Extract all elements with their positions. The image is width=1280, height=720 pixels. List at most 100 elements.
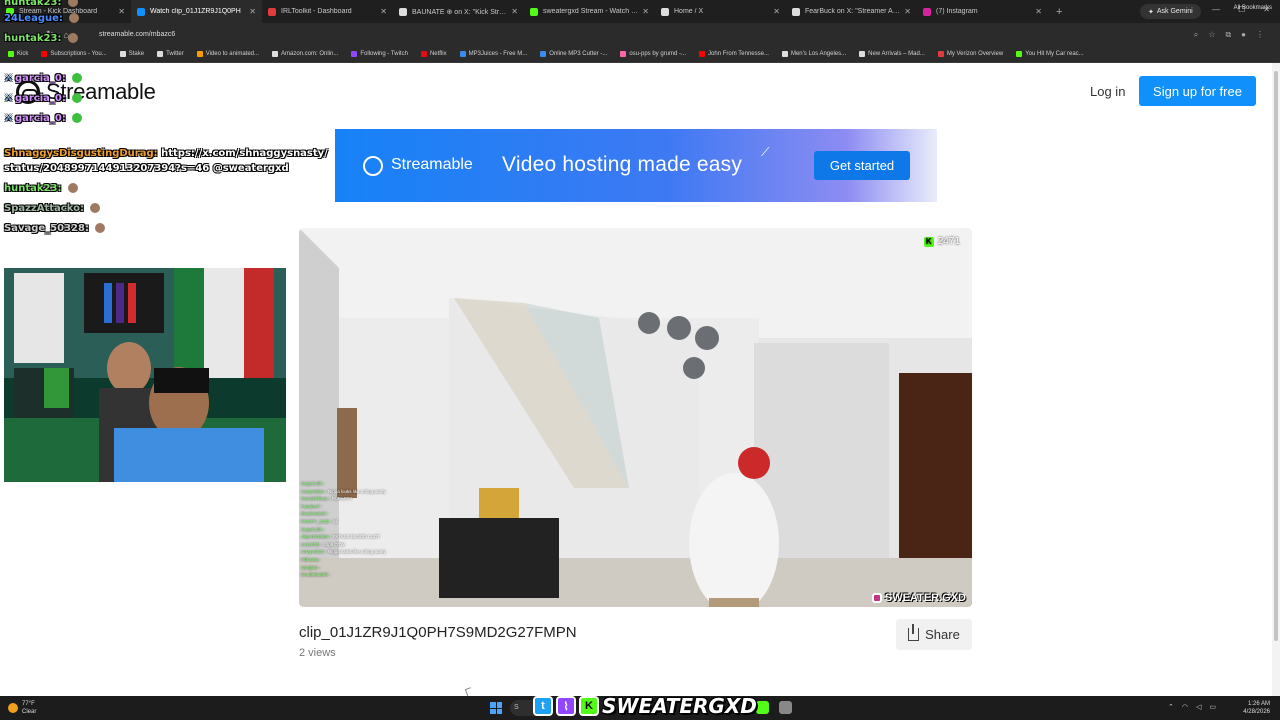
promo-banner[interactable]: Streamable Video hosting made easy ⟋ Get…: [335, 129, 937, 202]
bookmark-favicon-icon: [781, 51, 788, 57]
emote-icon: [67, 33, 78, 43]
video-chat-message: FUPARTY: [331, 496, 353, 502]
bookmark-item[interactable]: You Hit My Car reac...: [1016, 51, 1084, 57]
video-chat-line: SuppCuhh :: [301, 480, 431, 488]
bookmark-favicon-icon: [459, 51, 466, 57]
share-button[interactable]: Share: [896, 619, 972, 650]
video-chat-user: Fandom7 :: [301, 503, 323, 509]
extensions-icon[interactable]: ⧉: [1225, 30, 1231, 40]
zoom-icon[interactable]: ⌕: [1194, 30, 1198, 40]
video-player[interactable]: K 2471 SuppCuhh : crazymdum : Nigga look…: [299, 228, 972, 607]
battery-icon[interactable]: ▭: [1209, 703, 1216, 711]
kick-app-icon[interactable]: [756, 701, 769, 714]
overlay-chat-message: https://x.com/shnaggysnasty/: [161, 148, 328, 159]
bookmark-item[interactable]: Netflix: [420, 51, 447, 57]
bookmark-favicon-icon: [859, 51, 866, 57]
overlay-chat-line: ⚔ garcia_0:: [4, 93, 83, 104]
browser-tab[interactable]: (7) Instagram ✕: [917, 0, 1048, 23]
bookmark-label: New Arrivals – Mad...: [868, 51, 925, 57]
video-chat-user: crazymdum :: [301, 488, 327, 494]
minimize-icon[interactable]: —: [1212, 5, 1220, 14]
tab-favicon-icon: [268, 7, 276, 16]
bookmark-label: Kick: [17, 51, 29, 57]
video-chat-line: Hbkssea :: [301, 556, 431, 564]
banner-get-started-button[interactable]: Get started: [814, 151, 910, 180]
overlay-chat-line: huntak23:: [4, 33, 78, 44]
tab-close-icon[interactable]: ✕: [118, 7, 125, 16]
overlay-chat-line: 24League:: [4, 13, 80, 24]
new-tab-button[interactable]: +: [1056, 6, 1062, 18]
clip-title: clip_01J1ZR9J1Q0PH7S9MD2G27FMPN: [299, 624, 577, 641]
network-icon[interactable]: ◠: [1182, 703, 1188, 711]
tab-close-icon[interactable]: ✕: [1035, 7, 1042, 16]
view-count: 2471: [937, 236, 960, 247]
taskbar-clock[interactable]: 1:26 AM 4/28/2026: [1243, 700, 1270, 716]
banner-tagline: Video hosting made easy: [502, 153, 743, 176]
bookmark-star-icon[interactable]: ☆: [1208, 30, 1215, 40]
overlay-chat-line: SpazzAttacko:: [4, 203, 101, 214]
tab-title: (7) Instagram: [936, 8, 978, 15]
settings-app-icon[interactable]: [779, 701, 792, 714]
stream-branding: t ⌇ K SWEATERGXD: [533, 693, 757, 719]
profile-icon[interactable]: ●: [1241, 30, 1246, 40]
bookmark-item[interactable]: Twitter: [157, 51, 184, 57]
browser-tab-bar: Stream - Kick Dashboard ✕ Watch clip_01J1Z…: [0, 0, 1280, 23]
bookmark-item[interactable]: osu-pps by grumd -...: [620, 51, 686, 57]
video-watermark: SWEATER.GXD: [871, 592, 966, 604]
tab-close-icon[interactable]: ✕: [642, 7, 649, 16]
browser-tab[interactable]: Home / X ✕: [655, 0, 786, 23]
browser-tab[interactable]: sweatergxd Stream - Watch Liv ✕: [524, 0, 655, 23]
clock-time: 1:26 AM: [1247, 701, 1270, 707]
bookmark-item[interactable]: Amazon.com: Onlin...: [272, 51, 338, 57]
bookmark-item[interactable]: New Arrivals – Mad...: [859, 51, 925, 57]
tray-chevron-icon[interactable]: ⌃: [1168, 703, 1174, 711]
bookmark-item[interactable]: Online MP3 Cutter -...: [540, 51, 607, 57]
overlay-chat-user: garcia_0:: [14, 73, 66, 84]
sun-icon: [8, 703, 18, 713]
bookmark-item[interactable]: MP3Juices - Free M...: [459, 51, 527, 57]
sword-badge-icon: ⚔: [4, 113, 13, 124]
clock-date: 4/28/2026: [1243, 709, 1270, 715]
video-chat-line: SuppCuhh :: [301, 526, 431, 534]
bookmark-label: Twitter: [166, 51, 184, 57]
video-chat-user: JSportsNation :: [301, 534, 332, 540]
signup-button[interactable]: Sign up for free: [1139, 76, 1256, 106]
weather-widget[interactable]: 77°F Clear: [8, 700, 36, 716]
browser-tab[interactable]: FearBuck on X: "Streamer Actio ✕: [786, 0, 917, 23]
bookmark-favicon-icon: [157, 51, 164, 57]
tab-close-icon[interactable]: ✕: [904, 7, 911, 16]
menu-icon[interactable]: ⋮: [1256, 30, 1264, 40]
bookmark-item[interactable]: Stake: [119, 51, 144, 57]
bookmark-item[interactable]: Men's Los Angeles...: [781, 51, 846, 57]
ask-gemini-button[interactable]: ✦ Ask Gemini: [1140, 4, 1201, 19]
browser-tab[interactable]: IRLToolkit - Dashboard ✕: [262, 0, 393, 23]
tab-close-icon[interactable]: ✕: [249, 7, 256, 16]
browser-tab[interactable]: Watch clip_01J1ZR9J1Q0PH ✕: [131, 0, 262, 23]
tab-close-icon[interactable]: ✕: [511, 7, 518, 16]
bookmark-item[interactable]: Kick: [8, 51, 28, 57]
scrollbar-thumb[interactable]: [1274, 71, 1278, 641]
bookmark-item[interactable]: My Verizon Overview: [937, 51, 1003, 57]
bookmark-item[interactable]: John From Tennesse...: [699, 51, 769, 57]
view-count-badge: K 2471: [923, 236, 960, 247]
page-scrollbar[interactable]: [1272, 63, 1280, 696]
bookmark-item[interactable]: Video to animated...: [196, 51, 259, 57]
kick-brand-icon: K: [579, 696, 599, 716]
tab-close-icon[interactable]: ✕: [773, 7, 780, 16]
banner-brand: Streamable: [391, 156, 473, 173]
tab-favicon-icon: [661, 7, 669, 16]
overlay-chat-user: garcia_0:: [14, 113, 66, 124]
login-link[interactable]: Log in: [1090, 84, 1125, 99]
volume-icon[interactable]: ◁: [1196, 703, 1201, 711]
windows-start-icon[interactable]: [490, 702, 502, 714]
tab-close-icon[interactable]: ✕: [380, 7, 387, 16]
browser-tab[interactable]: BAUNATE ⊕ on X: "Kick Stream ✕: [393, 0, 524, 23]
all-bookmarks-button[interactable]: All Bookmarks: [1234, 5, 1272, 11]
bookmark-item[interactable]: Following - Twitch: [351, 51, 408, 57]
video-chat-line: Doodlebob69 :: [301, 571, 431, 579]
overlay-chat-line: Savage_50328:: [4, 223, 106, 234]
twitter-icon: t: [533, 696, 553, 716]
bookmark-favicon-icon: [272, 51, 278, 57]
bookmark-item[interactable]: Subscriptions - You...: [41, 51, 107, 57]
url-field[interactable]: streamable.com/mbazc6: [99, 31, 1184, 38]
